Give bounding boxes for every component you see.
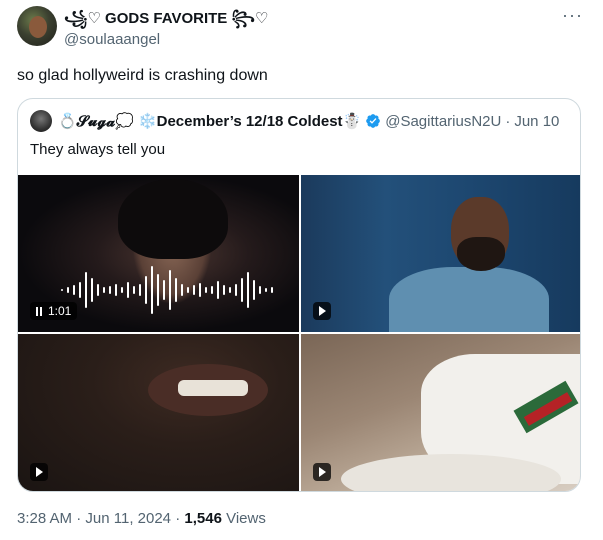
avatar[interactable] <box>17 6 57 46</box>
handle[interactable]: @soulaaangel <box>64 31 160 49</box>
play-button[interactable] <box>30 463 48 481</box>
media-grid: 1:01 <box>18 175 580 491</box>
tweet-time[interactable]: 3:28 AM <box>17 510 72 527</box>
media-item-2[interactable] <box>301 175 580 332</box>
tweet-text: so glad hollyweird is crashing down <box>17 67 268 84</box>
media-item-1[interactable]: 1:01 <box>18 175 299 332</box>
quote-display-name: 💍𝓢𝓾𝓰𝓪💭 ❄️December’s 12/18 Coldest☃️ <box>58 113 362 130</box>
views-count: 1,546 <box>184 510 222 527</box>
tweet-meta: 3:28 AM · Jun 11, 2024 · 1,546 Views <box>17 510 266 528</box>
quote-text: They always tell you <box>30 141 166 158</box>
more-options-icon[interactable]: ··· <box>562 6 583 24</box>
quote-avatar <box>30 110 52 132</box>
quote-handle[interactable]: @SagittariusN2U <box>385 113 501 130</box>
pause-icon <box>36 306 42 316</box>
display-name[interactable]: ꧁♡ GODS FAVORITE ꧂♡ <box>64 10 268 28</box>
pause-duration-badge[interactable]: 1:01 <box>30 302 78 320</box>
hair-shape <box>118 179 228 259</box>
play-icon <box>318 306 326 316</box>
media-item-4[interactable] <box>301 334 580 491</box>
meta-separator: · <box>171 510 185 527</box>
beard-shape <box>457 237 505 271</box>
play-icon <box>318 467 326 477</box>
play-button[interactable] <box>313 463 331 481</box>
play-icon <box>35 467 43 477</box>
views-label: Views <box>221 510 266 527</box>
quote-date[interactable]: Jun 10 <box>514 113 559 130</box>
shirt-shape <box>389 267 549 332</box>
meta-separator: · <box>72 510 86 527</box>
tweet-date[interactable]: Jun 11, 2024 <box>85 510 171 527</box>
quote-header: 💍𝓢𝓾𝓰𝓪💭 ❄️December’s 12/18 Coldest☃️ @Sag… <box>30 110 559 132</box>
tweet: ꧁♡ GODS FAVORITE ꧂♡ @soulaaangel ··· so … <box>0 0 603 540</box>
quoted-tweet[interactable]: 💍𝓢𝓾𝓰𝓪💭 ❄️December’s 12/18 Coldest☃️ @Sag… <box>17 98 581 492</box>
quote-separator: · <box>505 112 511 130</box>
verified-badge-icon <box>366 114 381 128</box>
teeth-shape <box>178 380 248 396</box>
play-button[interactable] <box>313 302 331 320</box>
video-duration: 1:01 <box>48 304 72 318</box>
media-item-3[interactable] <box>18 334 299 491</box>
audio-waveform-icon <box>61 266 273 314</box>
